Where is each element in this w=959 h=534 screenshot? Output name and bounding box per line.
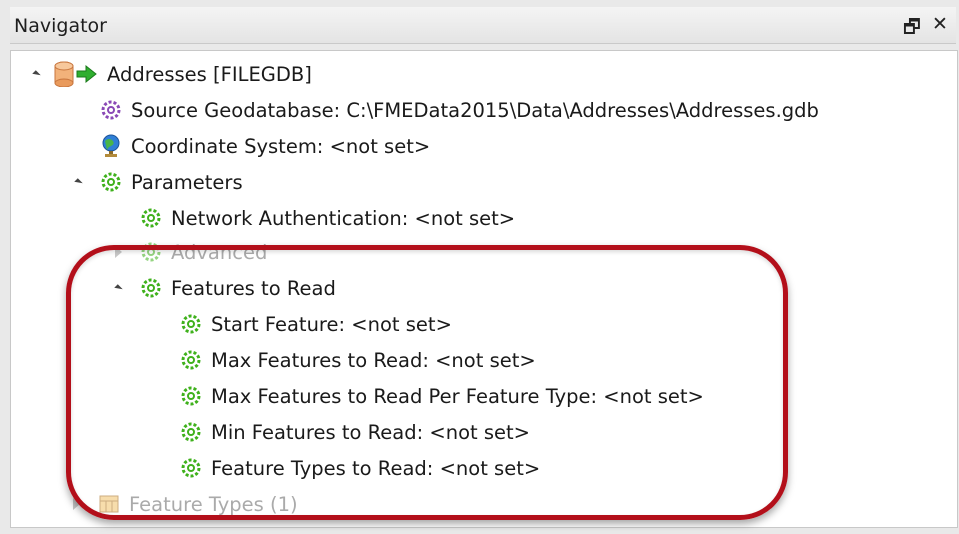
green-gear-icon bbox=[139, 206, 163, 230]
tree-item-features-to-read[interactable]: Features to Read bbox=[109, 271, 336, 305]
tree-item-source-geodatabase[interactable]: Source Geodatabase: C:\FMEData2015\Data\… bbox=[99, 93, 819, 127]
max-features-label: Max Features to Read: <not set> bbox=[211, 348, 536, 372]
feature-types-to-read-label: Feature Types to Read: <not set> bbox=[211, 456, 541, 480]
min-features-label: Min Features to Read: <not set> bbox=[211, 420, 530, 444]
features-to-read-label: Features to Read bbox=[171, 276, 336, 300]
tree-item-advanced[interactable]: Advanced bbox=[109, 235, 267, 269]
green-gear-icon bbox=[139, 240, 163, 264]
network-authentication-label: Network Authentication: <not set> bbox=[171, 206, 516, 230]
expand-toggle[interactable] bbox=[67, 495, 85, 513]
tree-item-coordinate-system[interactable]: Coordinate System: <not set> bbox=[99, 129, 430, 163]
feature-types-label: Feature Types (1) bbox=[129, 492, 298, 516]
tree-item-max-features[interactable]: Max Features to Read: <not set> bbox=[179, 343, 536, 377]
advanced-label: Advanced bbox=[171, 240, 268, 264]
start-feature-label: Start Feature: <not set> bbox=[211, 312, 452, 336]
navigator-panel: Navigator 🗗 ✕ Addresses [FILEGDB] Source… bbox=[0, 0, 959, 534]
tree-item-parameters[interactable]: Parameters bbox=[69, 165, 243, 199]
tree-item-feature-types-to-read[interactable]: Feature Types to Read: <not set> bbox=[179, 451, 540, 485]
tree-item-reader[interactable]: Addresses [FILEGDB] bbox=[27, 57, 312, 91]
green-gear-icon bbox=[179, 312, 203, 336]
tree-item-max-per-feature-type[interactable]: Max Features to Read Per Feature Type: <… bbox=[179, 379, 704, 413]
tree-item-min-features[interactable]: Min Features to Read: <not set> bbox=[179, 415, 530, 449]
green-gear-icon bbox=[179, 420, 203, 444]
database-reader-icon bbox=[53, 61, 99, 87]
tree-item-feature-types[interactable]: Feature Types (1) bbox=[67, 487, 298, 521]
navigator-tree: Addresses [FILEGDB] Source Geodatabase: … bbox=[10, 50, 958, 528]
green-gear-icon bbox=[179, 456, 203, 480]
coordinate-system-label: Coordinate System: <not set> bbox=[131, 134, 431, 158]
panel-titlebar: Navigator 🗗 ✕ bbox=[10, 7, 956, 44]
collapse-toggle[interactable] bbox=[69, 173, 87, 191]
tree-item-network-authentication[interactable]: Network Authentication: <not set> bbox=[139, 201, 515, 235]
panel-title: Navigator bbox=[14, 15, 107, 37]
parameters-label: Parameters bbox=[131, 170, 243, 194]
green-gear-icon bbox=[139, 276, 163, 300]
collapse-toggle[interactable] bbox=[109, 279, 127, 297]
table-icon bbox=[97, 492, 121, 516]
max-per-feature-type-label: Max Features to Read Per Feature Type: <… bbox=[211, 384, 704, 408]
tree-item-start-feature[interactable]: Start Feature: <not set> bbox=[179, 307, 452, 341]
source-geodatabase-label: Source Geodatabase: C:\FMEData2015\Data\… bbox=[131, 98, 819, 122]
green-gear-icon bbox=[179, 348, 203, 372]
reader-label: Addresses [FILEGDB] bbox=[107, 62, 312, 86]
purple-gear-icon bbox=[99, 98, 123, 122]
green-gear-icon bbox=[99, 170, 123, 194]
green-gear-icon bbox=[179, 384, 203, 408]
collapse-toggle[interactable] bbox=[27, 65, 45, 83]
close-icon[interactable]: ✕ bbox=[932, 13, 948, 35]
expand-toggle[interactable] bbox=[109, 243, 127, 261]
float-window-icon[interactable]: 🗗 bbox=[903, 13, 921, 45]
globe-icon bbox=[99, 134, 123, 158]
